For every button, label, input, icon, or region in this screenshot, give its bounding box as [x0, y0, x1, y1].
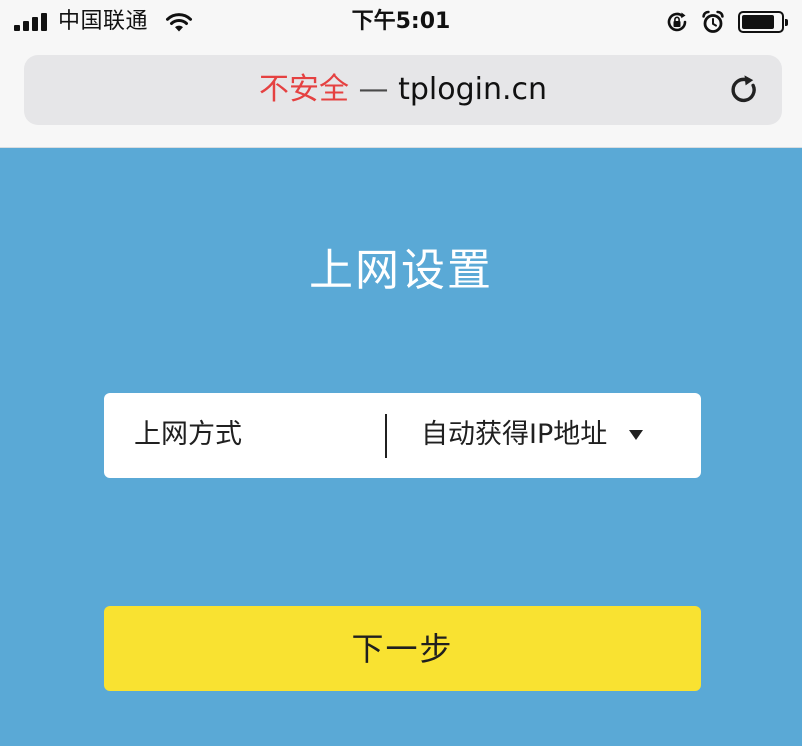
address-bar[interactable]: 不安全 — tplogin.cn — [24, 55, 782, 125]
connection-type-select[interactable]: 上网方式 自动获得IP地址 — [104, 393, 701, 478]
domain-name: tplogin.cn — [398, 72, 548, 107]
alarm-clock-icon — [702, 10, 724, 33]
next-step-button[interactable]: 下一步 — [104, 606, 701, 691]
page-content: 上网设置 上网方式 自动获得IP地址 下一步 — [0, 148, 802, 746]
connection-type-value[interactable]: 自动获得IP地址 — [421, 419, 607, 451]
field-divider — [385, 414, 387, 458]
connection-type-label: 上网方式 — [134, 419, 242, 450]
address-separator: — — [358, 72, 389, 107]
reload-icon[interactable] — [726, 72, 762, 108]
page-title: 上网设置 — [309, 245, 493, 296]
status-bar: 中国联通 下午5:01 — [0, 0, 802, 44]
rotation-lock-icon — [667, 12, 687, 32]
status-right — [664, 7, 788, 37]
battery-icon — [738, 11, 788, 33]
address-text[interactable]: 不安全 — tplogin.cn — [24, 73, 782, 107]
battery-fill — [742, 15, 774, 29]
browser-chrome: 中国联通 下午5:01 不安全 — tplogin.cn — [0, 0, 802, 148]
security-warning: 不安全 — [258, 72, 349, 107]
dropdown-arrow-icon[interactable] — [629, 430, 643, 440]
